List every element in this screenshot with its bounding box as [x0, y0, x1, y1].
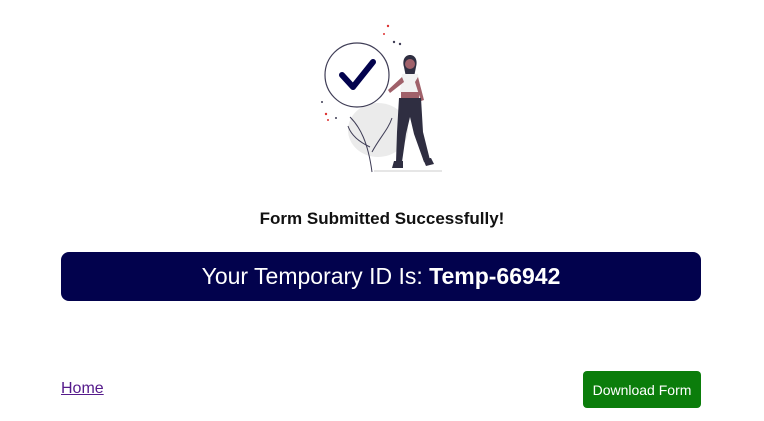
temporary-id-value: Temp-66942 — [429, 263, 561, 289]
confetti-dot — [335, 117, 337, 119]
success-page: Form Submitted Successfully! Your Tempor… — [0, 0, 764, 421]
download-form-button[interactable]: Download Form — [583, 371, 701, 408]
confetti-dot — [392, 40, 396, 44]
confetti-dot — [398, 42, 402, 46]
confetti-dot — [324, 112, 328, 116]
temporary-id-banner: Your Temporary ID Is: Temp-66942 — [61, 252, 701, 301]
confetti-dot — [383, 33, 385, 35]
check-circle-icon — [324, 42, 390, 108]
confetti-dot — [321, 101, 323, 103]
confetti-dot — [327, 119, 329, 121]
temporary-id-label: Your Temporary ID Is: — [201, 263, 430, 289]
success-illustration — [321, 24, 442, 173]
home-link[interactable]: Home — [61, 380, 104, 398]
success-message: Form Submitted Successfully! — [259, 209, 505, 228]
confetti-dot — [386, 24, 390, 28]
